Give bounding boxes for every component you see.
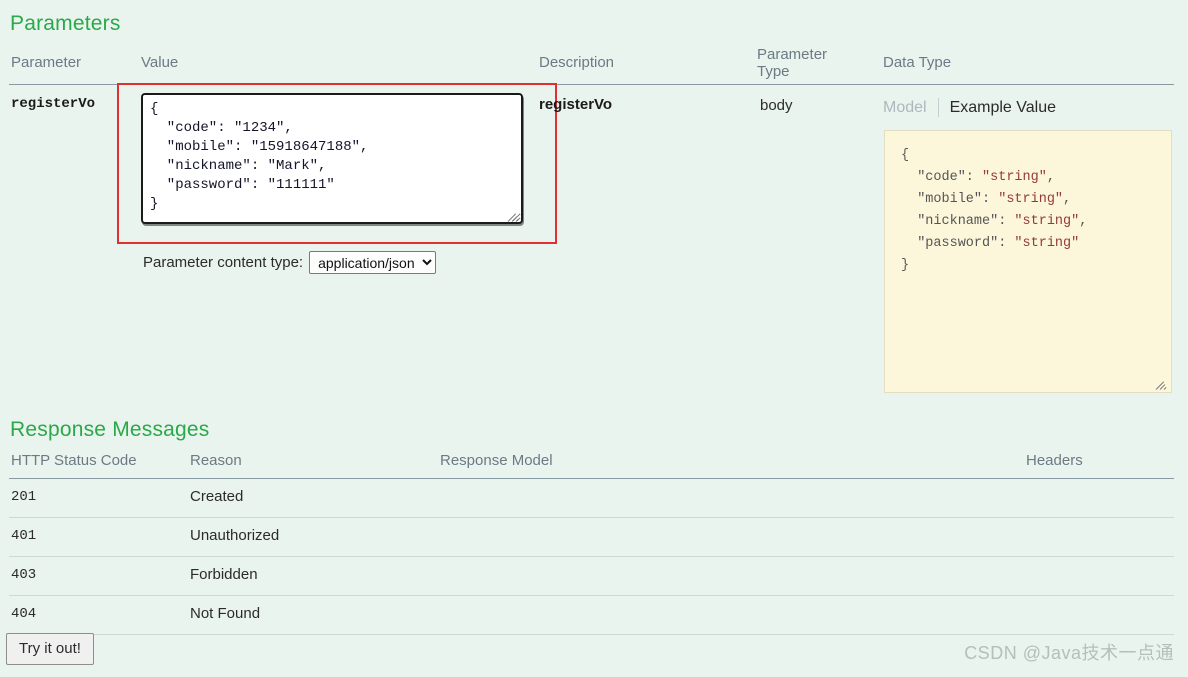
example-value-line: "password": "string" (901, 233, 1171, 255)
example-value-line: "nickname": "string", (901, 211, 1171, 233)
example-value-line: } (901, 258, 910, 273)
response-status-code: 401 (11, 528, 37, 544)
response-reason: Created (190, 488, 244, 505)
data-type-tabs: Model Example Value (883, 98, 1056, 117)
column-header-description: Description (539, 54, 615, 71)
parameter-type-value: body (760, 97, 793, 114)
response-reason: Not Found (190, 605, 261, 622)
example-value-comma: , (1063, 192, 1072, 207)
column-header-reason: Reason (190, 452, 242, 469)
response-rows-container: 201 Created 401 Unauthorized 403 Forbidden 404… (9, 479, 1174, 635)
response-row: 404 Not Found (9, 596, 1174, 635)
example-value-string: "string" (1014, 236, 1080, 251)
response-row: 201 Created (9, 479, 1174, 518)
response-reason: Unauthorized (190, 527, 280, 544)
column-header-parameter: Parameter (11, 54, 82, 71)
column-header-parameter-type: Parameter Type (757, 46, 828, 80)
column-header-headers: Headers (1026, 452, 1083, 469)
response-messages-heading: Response Messages (10, 418, 210, 441)
example-value-box: { "code": "string", "mobile": "string", … (884, 130, 1172, 393)
response-status-code: 403 (11, 567, 37, 583)
response-row: 401 Unauthorized (9, 518, 1174, 557)
response-status-code: 201 (11, 489, 37, 505)
example-value-key: "password": (901, 236, 1015, 251)
example-value-line: "mobile": "string", (901, 189, 1171, 211)
example-value-string: "string" (982, 170, 1047, 185)
content-type-select[interactable]: application/json (309, 251, 437, 274)
column-header-response-model: Response Model (440, 452, 553, 469)
parameter-name-registervo: registerVo (11, 96, 96, 112)
watermark-text: CSDN @Java技术一点通 (964, 643, 1174, 663)
column-header-value: Value (141, 54, 179, 71)
example-value-key: "code": (901, 170, 983, 185)
example-value-line: "code": "string", (901, 167, 1171, 189)
example-value-comma: , (1046, 170, 1055, 185)
try-it-out-button[interactable]: Try it out! (6, 633, 94, 665)
example-value-string: "string" (998, 192, 1064, 207)
column-header-http-status-code: HTTP Status Code (11, 452, 137, 469)
content-type-row: Parameter content type: application/json (143, 251, 437, 274)
tab-example-value[interactable]: Example Value (939, 99, 1056, 117)
column-header-data-type: Data Type (883, 54, 952, 71)
request-body-textarea[interactable] (141, 93, 523, 224)
example-value-line: { (901, 148, 910, 163)
response-reason: Forbidden (190, 566, 258, 583)
tab-model[interactable]: Model (883, 99, 938, 117)
content-type-label: Parameter content type: (143, 254, 304, 271)
example-value-key: "mobile": (901, 192, 999, 207)
example-value-key: "nickname": (901, 214, 1015, 229)
parameters-heading: Parameters (10, 12, 121, 35)
response-status-code: 404 (11, 606, 37, 622)
parameters-header-divider (9, 84, 1174, 85)
parameter-description: registerVo (539, 96, 613, 113)
example-value-string: "string" (1014, 214, 1080, 229)
example-value-comma: , (1079, 214, 1088, 229)
response-row: 403 Forbidden (9, 557, 1174, 596)
